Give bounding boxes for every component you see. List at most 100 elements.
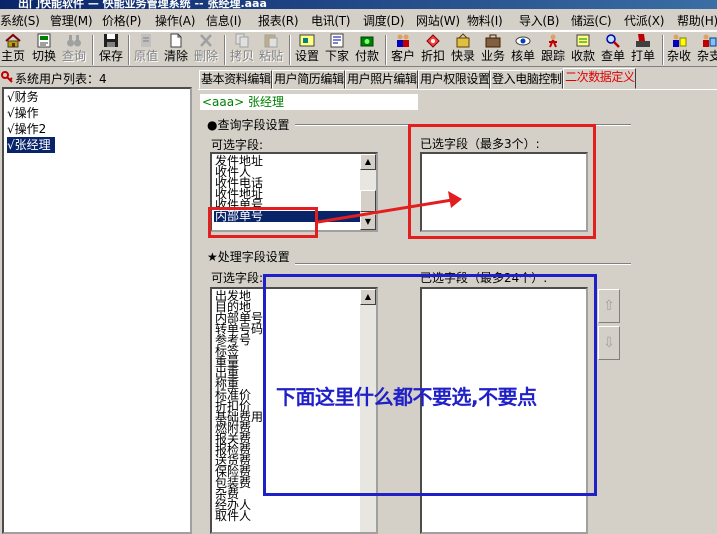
toolbar-clear-button[interactable]: 清除 <box>164 33 188 64</box>
toolbar-quick-entry-button[interactable]: 快录 <box>451 33 475 64</box>
toolbar-search-order-button[interactable]: 查单 <box>601 33 625 64</box>
scrollbar[interactable]: ▲ ▼ <box>360 154 376 230</box>
menu-system[interactable]: 系统(S) <box>0 12 40 29</box>
search-order-icon <box>606 34 620 48</box>
save-icon <box>104 34 118 47</box>
toolbar-payment-button[interactable]: 付款 <box>355 33 379 64</box>
toolbar-switch-button[interactable]: 切换 <box>32 33 56 64</box>
home-icon <box>5 33 21 48</box>
toolbar-next-button[interactable]: 下家 <box>325 33 349 64</box>
query-section-title: ●查询字段设置 <box>207 118 290 132</box>
tab-login-control[interactable]: 登入电脑控制 <box>490 70 563 89</box>
toolbar-label: 主页 <box>0 49 25 63</box>
menu-materials[interactable]: 物料(I) <box>467 12 503 29</box>
toolbar-delete-button[interactable]: 删除 <box>194 33 218 64</box>
toolbar-label: 查询 <box>61 49 86 63</box>
toolbar-label: 下家 <box>324 49 349 63</box>
toolbar-copy-button[interactable]: 拷贝 <box>230 33 254 64</box>
toolbar-label: 保存 <box>98 49 123 63</box>
user-item-operator2[interactable]: √操作2 <box>7 121 50 137</box>
menu-agent[interactable]: 代派(X) <box>624 12 664 29</box>
receive-icon <box>576 34 590 47</box>
switch-icon <box>37 33 51 48</box>
toolbar-query-button[interactable]: 查询 <box>62 33 86 64</box>
toolbar-separator <box>92 35 94 65</box>
verify-icon <box>515 36 531 46</box>
tab-user-permissions[interactable]: 用户权限设置 <box>418 70 490 89</box>
title-bar: 出门快能软件 — 快能业务管理系统 -- 张经理.aaa <box>0 0 717 9</box>
business-icon <box>485 34 501 48</box>
menu-import[interactable]: 导入(B) <box>519 12 559 29</box>
toolbar-receive-button[interactable]: 收款 <box>571 33 595 64</box>
binoculars-icon <box>67 35 81 47</box>
toolbar-label: 核单 <box>510 49 535 63</box>
user-list: √财务 √操作 √操作2 √张经理 <box>2 87 192 534</box>
menu-info[interactable]: 信息(I) <box>206 12 242 29</box>
next-icon <box>330 33 344 48</box>
toolbar-misc-income-button[interactable]: 杂收 <box>667 33 691 64</box>
user-item-manager-zhang[interactable]: √张经理 <box>7 137 55 153</box>
toolbar-label: 粘贴 <box>258 49 283 63</box>
delete-icon <box>200 34 212 47</box>
menu-telecom[interactable]: 电讯(T) <box>311 12 351 29</box>
menu-help[interactable]: 帮助(H) <box>677 12 717 29</box>
toolbar-settings-button[interactable]: 设置 <box>295 33 319 64</box>
misc-income-icon <box>673 34 687 47</box>
toolbar-label: 付款 <box>354 49 379 63</box>
toolbar-misc-expense-button[interactable]: 杂支 <box>697 33 717 64</box>
toolbar-customers-button[interactable]: 客户 <box>391 33 415 64</box>
menu-website[interactable]: 网站(W) <box>416 12 460 29</box>
tab-basic-info[interactable]: 基本资料编辑 <box>199 70 272 89</box>
toolbar-label: 折扣 <box>420 49 445 63</box>
user-list-title: 系统用户列表：4 <box>15 72 107 86</box>
scroll-thumb[interactable] <box>360 190 376 212</box>
toolbar-track-button[interactable]: 跟踪 <box>541 33 565 64</box>
scroll-up-icon[interactable]: ▲ <box>360 154 376 170</box>
toolbar-label: 切换 <box>31 49 56 63</box>
toolbar-paste-button[interactable]: 粘贴 <box>259 33 283 64</box>
key-icon <box>1 71 13 83</box>
user-item-finance[interactable]: √财务 <box>7 89 43 105</box>
toolbar-discount-button[interactable]: 折扣 <box>421 33 445 64</box>
tab-secondary-data[interactable]: 二次数据定义 <box>563 68 636 89</box>
arrow-up-icon: ⇧ <box>603 298 615 314</box>
toolbar-save-button[interactable]: 保存 <box>99 33 123 64</box>
menu-price[interactable]: 价格(P) <box>102 12 141 29</box>
toolbar-original-button[interactable]: 原值 <box>134 33 158 64</box>
quick-entry-icon <box>456 33 470 48</box>
tab-user-resume[interactable]: 用户简历编辑 <box>272 70 345 89</box>
toolbar-home-button[interactable]: 主页 <box>1 33 25 64</box>
menu-operate[interactable]: 操作(A) <box>155 12 195 29</box>
menu-report[interactable]: 报表(R) <box>258 12 299 29</box>
payment-icon <box>360 36 374 47</box>
tab-strip: 基本资料编辑 用户简历编辑 用户照片编辑 用户权限设置 登入电脑控制 二次数据定… <box>198 68 717 89</box>
clear-icon <box>170 33 182 48</box>
toolbar-business-button[interactable]: 业务 <box>481 33 505 64</box>
toolbar-label: 设置 <box>294 49 319 63</box>
user-item-operator[interactable]: √操作 <box>7 105 43 121</box>
list-item[interactable]: 取件人 <box>214 510 252 522</box>
toolbar-label: 收款 <box>570 49 595 63</box>
scroll-down-icon[interactable]: ▼ <box>360 214 376 230</box>
toolbar-label: 原值 <box>133 49 158 63</box>
undo-icon <box>141 34 151 47</box>
arrow-down-icon: ⇩ <box>603 335 615 351</box>
toolbar-verify-button[interactable]: 核单 <box>511 33 535 64</box>
misc-expense-icon <box>703 34 717 47</box>
toolbar-label: 杂支 <box>696 49 717 63</box>
menu-manage[interactable]: 管理(M) <box>50 12 93 29</box>
process-section-title: ★处理字段设置 <box>207 250 290 264</box>
print-icon <box>636 34 650 47</box>
settings-icon <box>299 34 315 47</box>
track-icon <box>549 34 557 48</box>
user-list-header: 系统用户列表：4 <box>0 68 192 87</box>
menu-storage[interactable]: 储运(C) <box>571 12 612 29</box>
menu-dispatch[interactable]: 调度(D) <box>363 12 404 29</box>
tab-user-photo[interactable]: 用户照片编辑 <box>345 70 418 89</box>
window-title: 出门快能软件 — 快能业务管理系统 -- 张经理.aaa <box>18 0 267 9</box>
toolbar-label: 业务 <box>480 49 505 63</box>
move-down-button[interactable]: ⇩ <box>598 326 620 360</box>
current-user-field: <aaa> 张经理 <box>200 94 418 110</box>
toolbar-print-button[interactable]: 打单 <box>631 33 655 64</box>
move-up-button[interactable]: ⇧ <box>598 289 620 323</box>
